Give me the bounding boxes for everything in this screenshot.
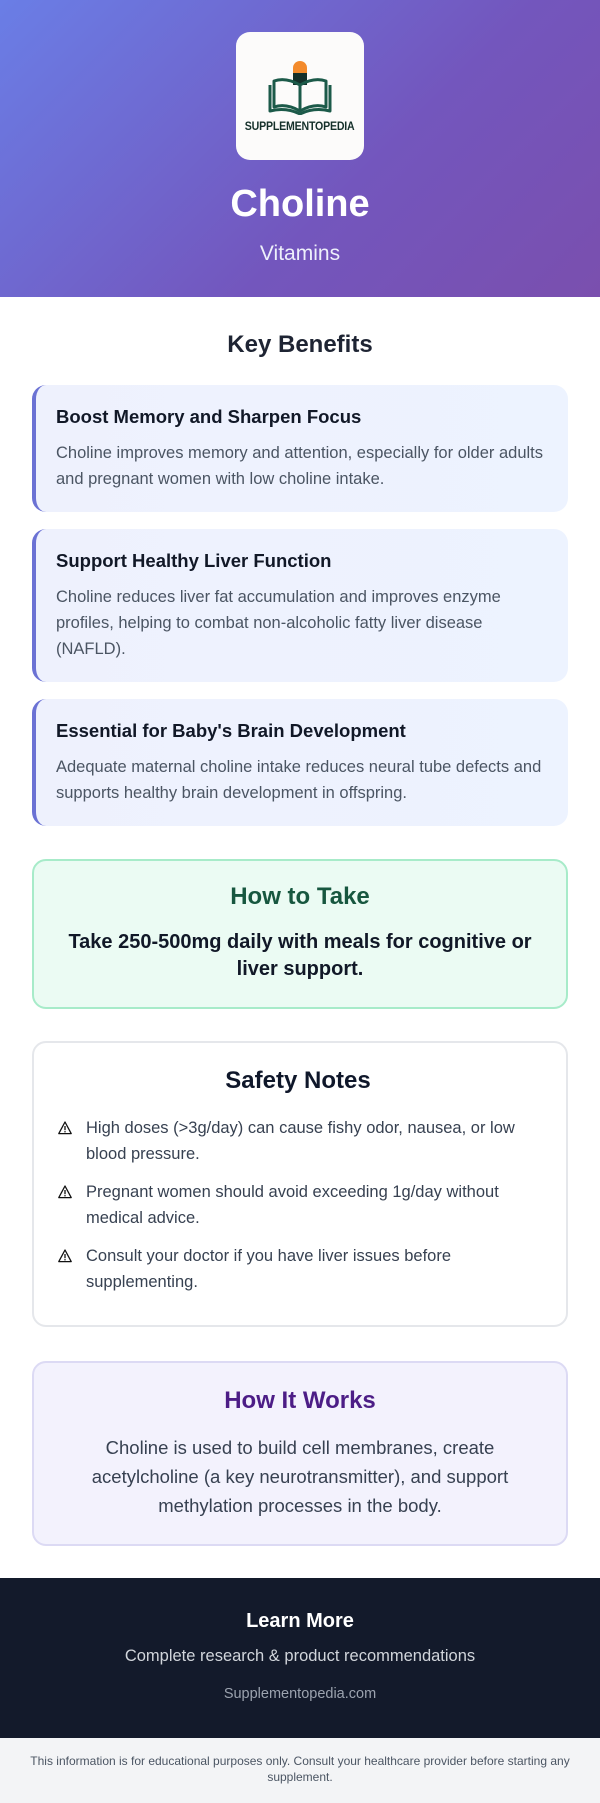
learn-more-title: Learn More xyxy=(246,1610,354,1632)
disclaimer: This information is for educational purp… xyxy=(0,1738,600,1803)
warning-icon xyxy=(58,1121,72,1135)
category-label: Vitamins xyxy=(259,241,341,265)
learn-more-subtitle: Complete research & product recommendati… xyxy=(124,1647,476,1665)
safety-text: High doses (>3g/day) can cause fishy odo… xyxy=(86,1119,515,1163)
brand-logo: SUPPLEMENTOPEDIA xyxy=(236,32,364,160)
list-item: Pregnant women should avoid exceeding 1g… xyxy=(56,1179,540,1231)
brand-name: SUPPLEMENTOPEDIA xyxy=(245,121,355,133)
list-item: Consult your doctor if you have liver is… xyxy=(56,1243,540,1295)
benefit-card: Boost Memory and Sharpen Focus Choline i… xyxy=(32,385,568,512)
benefit-card: Essential for Baby's Brain Development A… xyxy=(32,699,568,826)
benefit-card: Support Healthy Liver Function Choline r… xyxy=(32,529,568,682)
benefit-text: Choline reduces liver fat accumulation a… xyxy=(56,588,501,658)
safety-list: High doses (>3g/day) can cause fishy odo… xyxy=(56,1115,540,1295)
benefit-title: Boost Memory and Sharpen Focus xyxy=(56,406,362,427)
benefit-title: Essential for Baby's Brain Development xyxy=(56,720,406,741)
safety-notes-title: Safety Notes xyxy=(225,1067,371,1094)
benefit-text: Choline improves memory and attention, e… xyxy=(56,444,543,488)
learn-more-footer: Learn More Complete research & product r… xyxy=(0,1578,600,1738)
how-it-works-text: Choline is used to build cell membranes,… xyxy=(91,1437,509,1516)
list-item: High doses (>3g/day) can cause fishy odo… xyxy=(56,1115,540,1167)
how-it-works-card: How It Works Choline is used to build ce… xyxy=(32,1361,568,1546)
how-to-take-title: How to Take xyxy=(230,883,370,910)
benefit-title: Support Healthy Liver Function xyxy=(56,550,332,571)
key-benefits-section: Key Benefits Boost Memory and Sharpen Fo… xyxy=(0,331,600,826)
warning-icon xyxy=(58,1249,72,1263)
how-to-take-card: How to Take Take 250-500mg daily with me… xyxy=(32,859,568,1009)
book-capsule-icon xyxy=(268,61,332,115)
how-it-works-title: How It Works xyxy=(224,1387,376,1414)
key-benefits-title: Key Benefits xyxy=(227,331,373,358)
site-link[interactable]: Supplementopedia.com xyxy=(0,1686,600,1702)
page-title: Choline xyxy=(230,183,370,225)
hero-header: SUPPLEMENTOPEDIA Choline Vitamins xyxy=(0,0,600,297)
safety-text: Pregnant women should avoid exceeding 1g… xyxy=(86,1183,499,1227)
safety-notes-card: Safety Notes High doses (>3g/day) can ca… xyxy=(32,1041,568,1327)
how-to-take-text: Take 250-500mg daily with meals for cogn… xyxy=(68,931,532,980)
warning-icon xyxy=(58,1185,72,1199)
safety-text: Consult your doctor if you have liver is… xyxy=(86,1247,452,1291)
benefit-text: Adequate maternal choline intake reduces… xyxy=(56,758,542,802)
